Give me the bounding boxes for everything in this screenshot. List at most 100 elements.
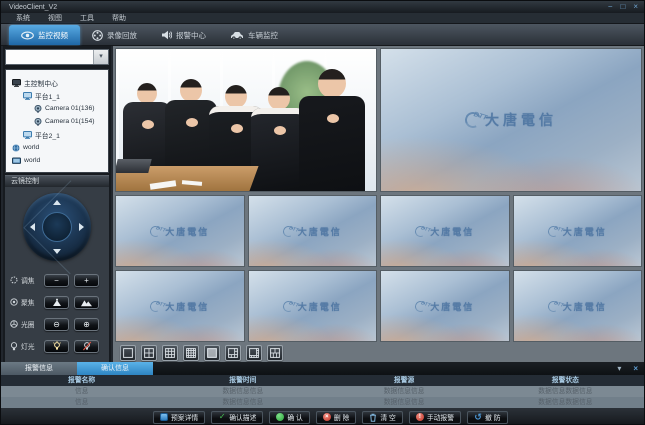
camera-icon [34, 118, 42, 126]
maximize-icon[interactable]: □ [620, 2, 625, 12]
focus-far-button[interactable] [74, 296, 99, 309]
tree-node-6[interactable]: world [6, 154, 108, 167]
tree-node-4[interactable]: 平台2_1 [6, 128, 108, 141]
video-tile-idle[interactable]: DTT大唐電信 [380, 195, 510, 267]
tab-报警中心[interactable]: 报警中心 [149, 25, 218, 45]
dpad-down-icon[interactable] [53, 249, 61, 254]
dpad-up-icon[interactable] [53, 200, 61, 205]
watermark-name: 大唐電信 [563, 300, 607, 313]
button-label: 清 空 [380, 412, 395, 422]
预案详情-button[interactable]: 预案详情 [153, 411, 205, 424]
alarm-tab-报警信息[interactable]: 报警信息 [1, 362, 77, 375]
watermark-name: 大唐電信 [430, 300, 474, 313]
layout-9-button[interactable] [162, 345, 178, 361]
light-on-button[interactable] [44, 340, 69, 353]
tree-node-5[interactable]: world [6, 141, 108, 154]
collapse-icon[interactable]: ▾ [617, 364, 621, 373]
tree-node-label: 平台1_1 [35, 91, 60, 101]
video-tile-idle-large[interactable]: DTT 大唐電信 [380, 48, 642, 192]
title-bar: VideoClient_V2 − □ × [1, 1, 645, 13]
table-row[interactable]: 信息数据信息信息数据信息信息数据信息数据信息 [1, 397, 645, 408]
clear-icon [369, 413, 377, 422]
video-tile-live[interactable] [115, 48, 377, 192]
globe-icon [12, 144, 20, 152]
monitor-icon [12, 79, 21, 87]
tab-label: 车辆监控 [248, 30, 278, 41]
撤防-button[interactable]: ↺撤 防 [467, 411, 507, 424]
minimize-icon[interactable]: − [608, 2, 613, 12]
video-tile-idle[interactable]: DTT大唐電信 [513, 270, 643, 342]
iris-close-button[interactable]: ⊖ [44, 318, 69, 331]
layout-4-button[interactable] [141, 345, 157, 361]
close-icon[interactable]: × [633, 364, 638, 373]
tree-node-1[interactable]: 平台1_1 [6, 89, 108, 102]
table-cell: 信息 [1, 386, 162, 397]
focus-near-button[interactable] [44, 296, 69, 309]
layout-1-button[interactable] [120, 345, 136, 361]
tab-车辆监控[interactable]: 车辆监控 [218, 25, 290, 45]
video-tile-idle[interactable]: DTT大唐電信 [115, 195, 245, 267]
确认-button[interactable]: 确 认 [269, 411, 309, 424]
button-label: 确认描述 [229, 412, 256, 422]
tree-node-3[interactable]: Camera 01(154) [6, 115, 108, 128]
zoom-out-button[interactable]: − [44, 274, 69, 287]
zoom-in-button[interactable]: + [74, 274, 99, 287]
layout-1p7-button[interactable] [246, 345, 262, 361]
video-tile-idle[interactable]: DTT大唐電信 [115, 270, 245, 342]
device-dropdown[interactable]: ▾ [5, 49, 109, 65]
iris-open-button[interactable]: ⊕ [74, 318, 99, 331]
menu-item-2[interactable]: 工具 [71, 13, 103, 23]
手动报警-button[interactable]: !手动报警 [409, 411, 461, 424]
menu-bar: 系统视图工具帮助 [1, 13, 645, 24]
ptz-row-1: 聚焦 [5, 291, 109, 313]
ptz-row-text: 灯光 [21, 341, 35, 351]
dtt-watermark: DTT大唐電信 [381, 196, 509, 266]
delete-icon: × [323, 413, 331, 421]
layout-16-button[interactable] [183, 345, 199, 361]
column-header: 报警时间 [162, 375, 323, 386]
menu-item-1[interactable]: 视图 [39, 13, 71, 23]
car-icon [230, 31, 244, 40]
tab-录像回放[interactable]: 录像回放 [80, 25, 149, 45]
dpad-center[interactable] [42, 212, 72, 242]
tree-node-2[interactable]: Camera 01(136) [6, 102, 108, 115]
alarm-table-header: 报警名称报警时间报警源报警状态 [1, 375, 645, 386]
device-tree: 主控制中心平台1_1Camera 01(136)Camera 01(154)平台… [5, 69, 109, 173]
确认描述-button[interactable]: ✓确认描述 [211, 411, 263, 424]
tree-node-0[interactable]: 主控制中心 [6, 76, 108, 89]
dtt-watermark: DTT大唐電信 [116, 271, 244, 341]
tab-监控视频[interactable]: 监控视频 [9, 25, 80, 45]
table-row[interactable]: 信息数据信息信息数据信息信息数据信息数据信息 [1, 386, 645, 397]
table-cell: 数据信息数据信息 [485, 386, 645, 397]
dpad-left-icon[interactable] [30, 223, 35, 231]
alarm-tab-确认信息[interactable]: 确认信息 [77, 362, 153, 375]
plan-detail-icon [160, 413, 168, 421]
table-cell: 数据信息信息 [324, 386, 485, 397]
chevron-down-icon[interactable]: ▾ [93, 50, 108, 64]
column-header: 报警名称 [1, 375, 162, 386]
table-cell: 数据信息数据信息 [485, 397, 645, 408]
sidebar: ▾ 主控制中心平台1_1Camera 01(136)Camera 01(154)… [3, 46, 111, 362]
close-icon[interactable]: × [633, 2, 638, 12]
清空-button[interactable]: 清 空 [362, 411, 402, 424]
dpad-right-icon[interactable] [79, 223, 84, 231]
check-icon: ✓ [218, 413, 226, 421]
ptz-dpad[interactable] [23, 193, 91, 261]
ptz-row-3: 灯光 [5, 335, 109, 357]
light-off-button[interactable] [74, 340, 99, 353]
video-tile-idle[interactable]: DTT大唐電信 [248, 270, 378, 342]
video-tile-idle[interactable]: DTT大唐電信 [248, 195, 378, 267]
menu-item-0[interactable]: 系统 [7, 13, 39, 23]
dtt-watermark: DTT大唐電信 [116, 196, 244, 266]
menu-item-3[interactable]: 帮助 [103, 13, 135, 23]
layout-6-button[interactable] [267, 345, 283, 361]
ptz-row-text: 调焦 [21, 275, 35, 285]
video-tile-idle[interactable]: DTT大唐電信 [513, 195, 643, 267]
删除-button[interactable]: ×删 除 [316, 411, 356, 424]
layout-1p5-button[interactable] [225, 345, 241, 361]
video-tile-idle[interactable]: DTT大唐電信 [380, 270, 510, 342]
layout-25-button[interactable] [204, 345, 220, 361]
button-label: 确 认 [287, 412, 302, 422]
window-controls: − □ × [608, 2, 645, 12]
person-silhouette [306, 69, 365, 191]
